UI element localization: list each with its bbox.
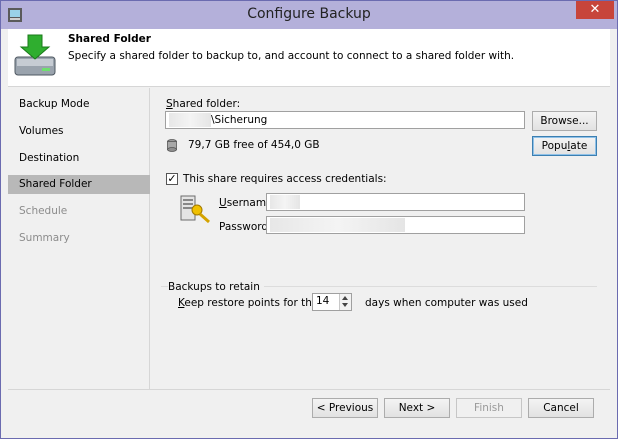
backup-drive-icon — [14, 34, 56, 76]
sidebar-item-summary: Summary — [19, 232, 70, 244]
chevron-up-icon[interactable] — [342, 296, 348, 300]
header-title: Shared Folder — [68, 33, 151, 45]
username-input[interactable] — [266, 193, 525, 211]
access-credentials-checkbox[interactable]: ✓ — [166, 173, 178, 185]
backups-to-retain-group-label: Backups to retain — [168, 281, 264, 293]
sidebar-item-shared-folder[interactable]: Shared Folder — [8, 175, 150, 194]
retention-days-value: 14 — [316, 295, 330, 307]
redacted-username — [270, 195, 300, 209]
header-description: Specify a shared folder to backup to, an… — [68, 50, 515, 62]
previous-button[interactable]: < Previous — [312, 398, 378, 418]
days-suffix-label: days when computer was used — [365, 297, 528, 309]
wizard-header: Shared Folder Specify a shared folder to… — [8, 29, 610, 87]
server-key-icon — [180, 195, 210, 224]
sidebar-item-volumes[interactable]: Volumes — [8, 122, 150, 141]
configure-backup-window: Configure Backup ✕ Shared Folder Specify… — [0, 0, 618, 439]
finish-button: Finish — [456, 398, 522, 418]
access-credentials-label: This share requires access credentials: — [183, 173, 387, 185]
close-button[interactable]: ✕ — [576, 1, 614, 19]
title-bar[interactable]: Configure Backup ✕ — [1, 1, 617, 29]
retention-days-stepper[interactable]: 14 — [312, 293, 352, 311]
shared-folder-path-input[interactable]: \Sicherung — [165, 111, 525, 129]
disk-space-icon — [167, 139, 177, 152]
password-label: Password: — [219, 221, 272, 233]
cancel-button[interactable]: Cancel — [528, 398, 594, 418]
window-title: Configure Backup — [247, 6, 371, 22]
stepper-buttons[interactable] — [339, 294, 351, 310]
free-space-text: 79,7 GB free of 454,0 GB — [188, 139, 320, 151]
next-button[interactable]: Next > — [384, 398, 450, 418]
redacted-password — [270, 218, 405, 232]
sidebar-item-schedule: Schedule — [19, 205, 68, 217]
sidebar-item-destination[interactable]: Destination — [8, 149, 150, 168]
chevron-down-icon[interactable] — [342, 303, 348, 307]
redacted-server-name — [169, 113, 211, 127]
wizard-steps-sidebar: Backup Mode Volumes Destination Shared F… — [8, 88, 150, 389]
sidebar-item-backup-mode[interactable]: Backup Mode — [8, 95, 150, 114]
browse-button[interactable]: Browse... — [532, 111, 597, 131]
password-input[interactable] — [266, 216, 525, 234]
shared-folder-label: Shared folder: — [166, 98, 241, 110]
populate-button[interactable]: Populate — [532, 136, 597, 156]
